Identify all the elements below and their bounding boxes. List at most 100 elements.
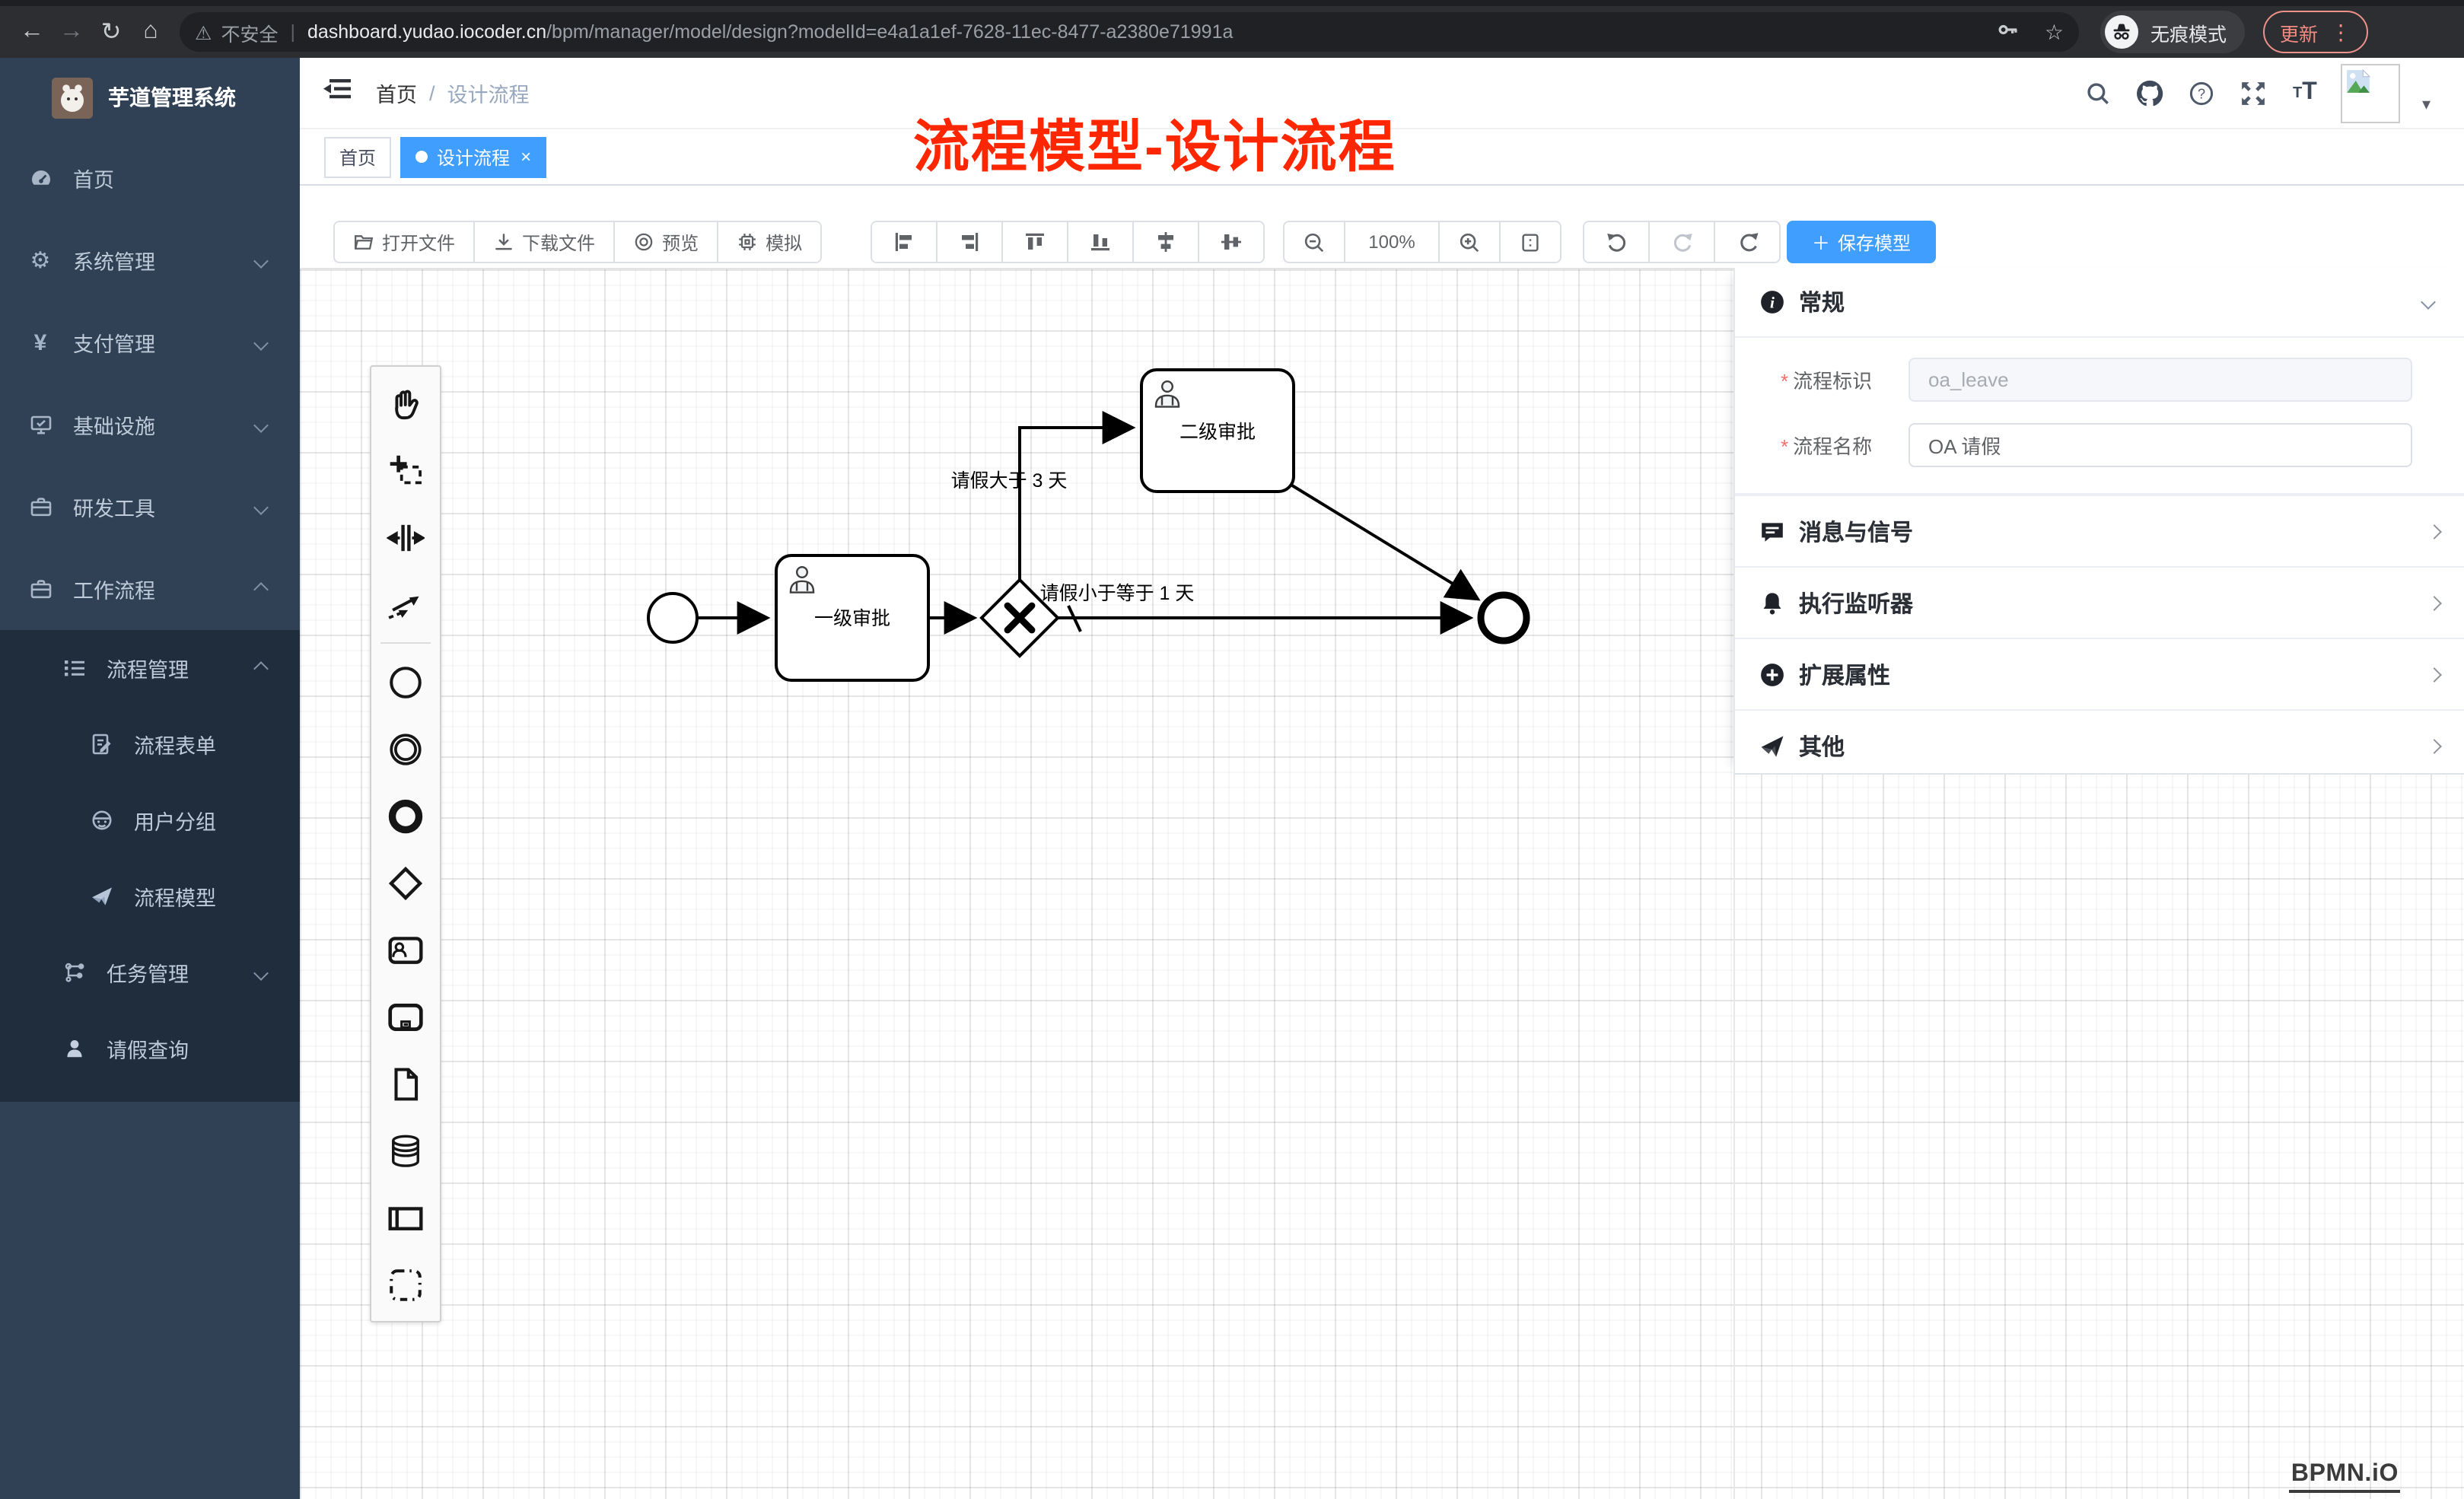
- align-top-button[interactable]: [1001, 221, 1068, 263]
- preview-button[interactable]: 预览: [613, 221, 718, 263]
- general-section-header[interactable]: i 常规: [1735, 268, 2464, 338]
- browser-home-icon[interactable]: ⌂: [131, 18, 170, 46]
- sidebar-item-infra[interactable]: 基础设施: [0, 384, 300, 466]
- sequence-flow-gt3[interactable]: [1020, 428, 1131, 581]
- help-icon[interactable]: ?: [2186, 78, 2217, 108]
- align-button-group: [871, 221, 1265, 263]
- browser-menu-icon[interactable]: ⋮: [2330, 19, 2351, 45]
- palette-create-data-store[interactable]: [371, 1117, 440, 1184]
- zoom-level[interactable]: 100%: [1344, 221, 1440, 263]
- flow-label-gt3[interactable]: 请假大于 3 天: [951, 470, 1068, 492]
- section-execution-listener[interactable]: 执行监听器: [1735, 566, 2464, 638]
- tab-label: 首页: [339, 144, 376, 170]
- page-annotation: 流程模型-设计流程: [913, 100, 1396, 183]
- palette-hand-tool[interactable]: [371, 370, 440, 437]
- open-file-button[interactable]: 打开文件: [333, 221, 475, 263]
- process-key-input[interactable]: [1908, 358, 2412, 402]
- sidebar-item-process-mgmt[interactable]: 流程管理: [0, 630, 300, 706]
- zoom-in-button[interactable]: [1438, 221, 1501, 263]
- bookmark-star-icon[interactable]: ☆: [2045, 19, 2064, 45]
- palette-create-data-object[interactable]: [371, 1050, 440, 1117]
- align-center-horizontal-button[interactable]: [1132, 221, 1199, 263]
- breadcrumb-home[interactable]: 首页: [376, 78, 417, 108]
- align-bottom-button[interactable]: [1067, 221, 1134, 263]
- sequence-flow-task2-end[interactable]: [1292, 485, 1476, 598]
- sidebar-item-process-form[interactable]: 流程表单: [0, 706, 300, 782]
- not-secure-label[interactable]: 不安全: [221, 18, 278, 46]
- sidebar-item-label: 基础设施: [73, 409, 256, 440]
- sidebar-fold-icon[interactable]: [323, 76, 352, 110]
- font-size-icon[interactable]: TT: [2290, 78, 2320, 108]
- bpmn-user-task-level2[interactable]: 二级审批: [1141, 370, 1294, 492]
- palette-create-end-event[interactable]: [371, 782, 440, 849]
- palette-global-connect-tool[interactable]: [371, 571, 440, 638]
- align-right-button[interactable]: [936, 221, 1003, 263]
- palette-create-group[interactable]: [371, 1251, 440, 1318]
- save-model-label: 保存模型: [1838, 229, 1911, 255]
- browser-toolbar: ← → ↻ ⌂ ⚠ 不安全 | dashboard.yudao.iocoder.…: [0, 0, 2464, 58]
- sidebar-item-label: 支付管理: [73, 327, 256, 358]
- tab-design-process[interactable]: 设计流程 ×: [400, 136, 546, 177]
- palette-space-tool[interactable]: [371, 504, 440, 571]
- palette-create-gateway[interactable]: [371, 849, 440, 916]
- palette-create-participant[interactable]: [371, 1184, 440, 1251]
- section-extended-attributes[interactable]: 扩展属性: [1735, 638, 2464, 709]
- bpmn-io-logo[interactable]: BPMN.iO: [2290, 1461, 2400, 1493]
- browser-update-button[interactable]: 更新 ⋮: [2263, 11, 2368, 53]
- palette-create-subprocess[interactable]: [371, 983, 440, 1050]
- search-icon[interactable]: [2083, 78, 2113, 108]
- avatar-caret-icon[interactable]: ▾: [2422, 94, 2431, 113]
- sidebar-item-label: 系统管理: [73, 245, 256, 275]
- browser-reload-icon[interactable]: ↻: [91, 17, 131, 47]
- align-center-vertical-button[interactable]: [1198, 221, 1265, 263]
- not-secure-warning-icon: ⚠: [195, 21, 212, 43]
- avatar[interactable]: [2341, 63, 2401, 123]
- process-name-input[interactable]: [1908, 423, 2412, 467]
- section-other[interactable]: 其他: [1735, 709, 2464, 781]
- sidebar-item-system[interactable]: ⚙ 系统管理: [0, 219, 300, 301]
- fullscreen-icon[interactable]: [2238, 78, 2268, 108]
- zoom-reset-button[interactable]: [1499, 221, 1561, 263]
- browser-back-icon[interactable]: ←: [12, 18, 52, 46]
- github-icon[interactable]: [2135, 78, 2165, 108]
- align-left-button[interactable]: [871, 221, 938, 263]
- sidebar-item-home[interactable]: 首页: [0, 137, 300, 219]
- palette-create-intermediate-event[interactable]: [371, 715, 440, 782]
- password-key-icon[interactable]: [1998, 18, 2020, 46]
- update-label[interactable]: 更新: [2280, 18, 2318, 46]
- sidebar-item-user-group[interactable]: 用户分组: [0, 782, 300, 858]
- simulate-button[interactable]: 模拟: [717, 221, 822, 263]
- palette-create-user-task[interactable]: [371, 916, 440, 983]
- address-bar[interactable]: ⚠ 不安全 | dashboard.yudao.iocoder.cn/bpm/m…: [180, 12, 2079, 52]
- chevron-right-icon: [2427, 524, 2442, 539]
- undo-button[interactable]: [1583, 221, 1650, 263]
- save-model-button[interactable]: ＋ 保存模型: [1787, 221, 1936, 263]
- sidebar-item-label: 工作流程: [73, 574, 256, 604]
- sidebar-item-task-mgmt[interactable]: 任务管理: [0, 934, 300, 1010]
- zoom-out-button[interactable]: [1283, 221, 1345, 263]
- bpmn-end-event[interactable]: [1481, 595, 1526, 641]
- briefcase-icon: [27, 576, 53, 602]
- tab-home[interactable]: 首页: [324, 136, 391, 177]
- breadcrumb-current: 设计流程: [447, 78, 530, 108]
- bpmn-start-event[interactable]: [648, 594, 697, 642]
- palette-lasso-tool[interactable]: [371, 437, 440, 504]
- bpmn-user-task-level1[interactable]: 一级审批: [776, 555, 928, 680]
- sidebar-item-leave-query[interactable]: 请假查询: [0, 1010, 300, 1087]
- tab-close-icon[interactable]: ×: [520, 148, 531, 166]
- sidebar-item-payment[interactable]: ¥ 支付管理: [0, 301, 300, 384]
- download-file-label: 下载文件: [522, 229, 595, 255]
- app-logo-row[interactable]: 芋道管理系统: [0, 58, 300, 137]
- download-file-button[interactable]: 下载文件: [473, 221, 615, 263]
- flow-label-le1[interactable]: 请假小于等于 1 天: [1040, 583, 1195, 604]
- restart-button[interactable]: [1714, 221, 1781, 263]
- palette-create-start-event[interactable]: [371, 648, 440, 715]
- section-message-signal[interactable]: 消息与信号: [1735, 495, 2464, 566]
- sidebar-item-label: 研发工具: [73, 492, 256, 522]
- sidebar-item-devtools[interactable]: 研发工具: [0, 466, 300, 548]
- browser-forward-icon[interactable]: →: [52, 18, 91, 46]
- screen: ← → ↻ ⌂ ⚠ 不安全 | dashboard.yudao.iocoder.…: [0, 0, 2464, 1499]
- redo-button[interactable]: [1648, 221, 1715, 263]
- sidebar-item-process-model[interactable]: 流程模型: [0, 858, 300, 934]
- sidebar-item-workflow[interactable]: 工作流程: [0, 548, 300, 630]
